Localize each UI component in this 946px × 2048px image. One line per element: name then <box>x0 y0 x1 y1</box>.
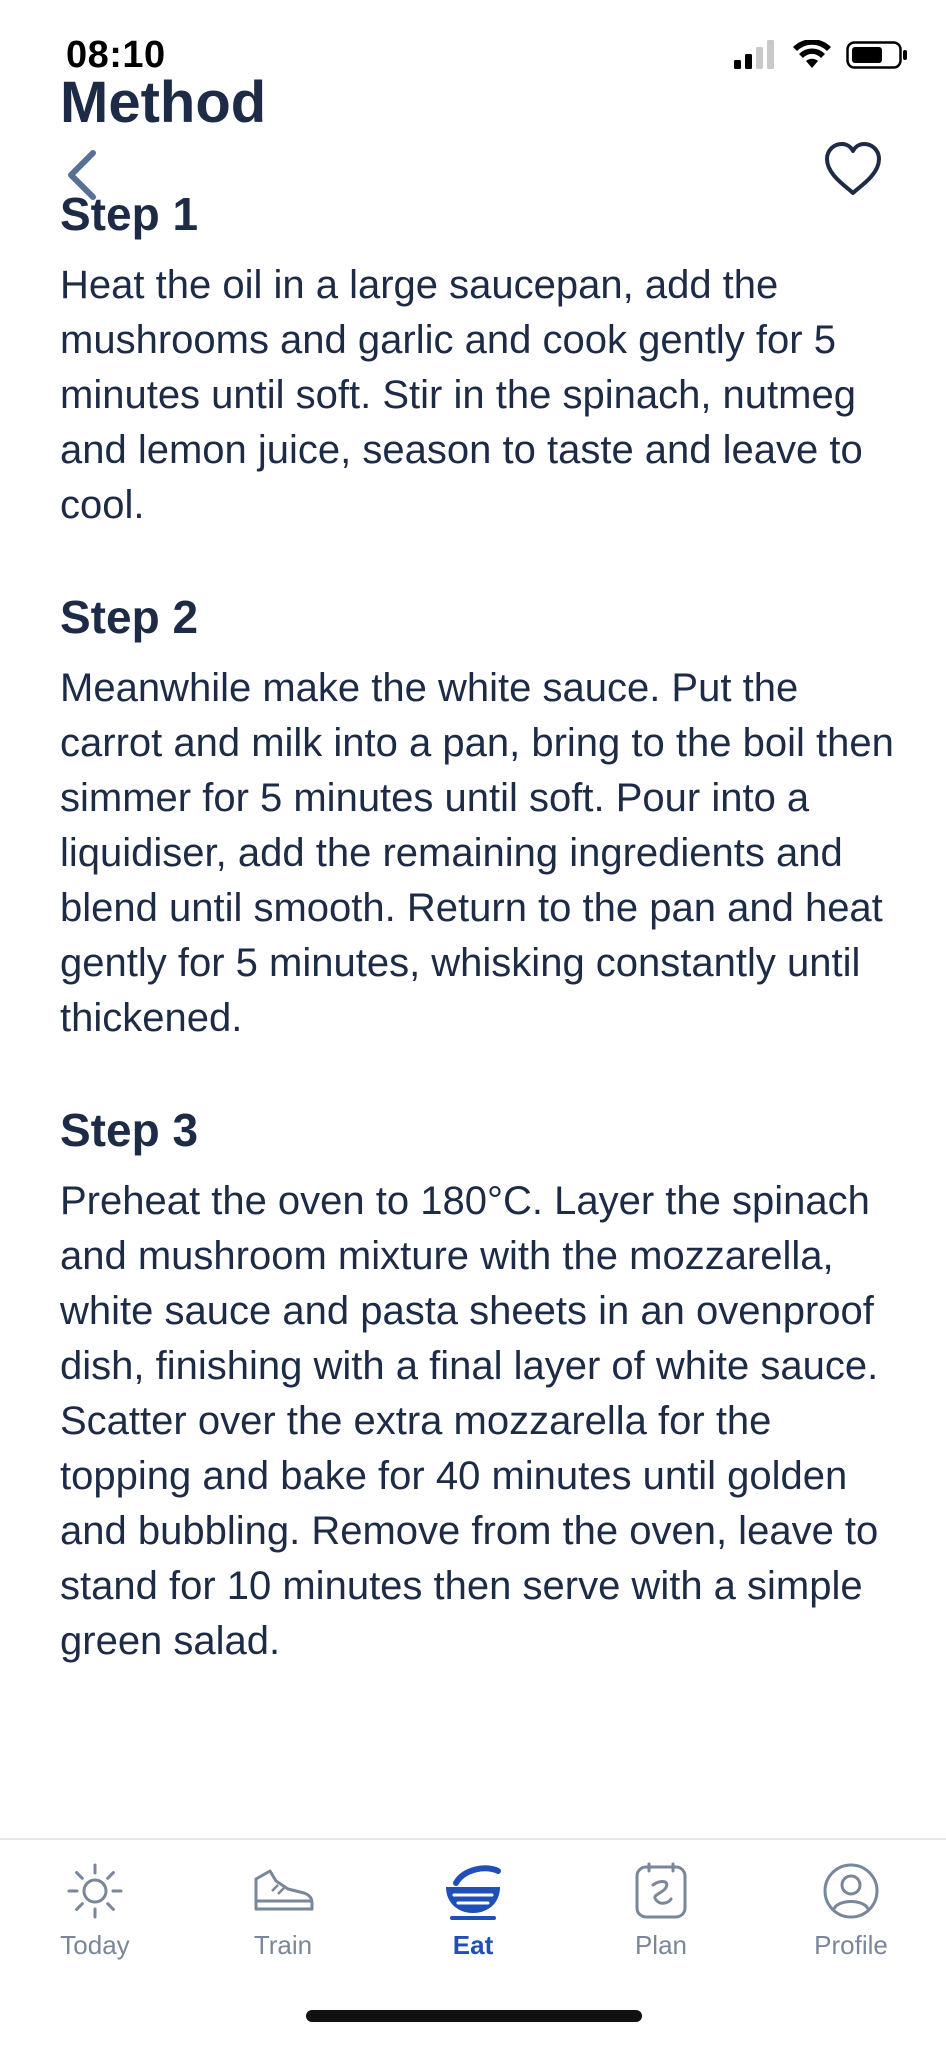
tab-eat[interactable]: Eat <box>408 1860 538 1970</box>
tab-label: Profile <box>814 1930 888 1960</box>
method-content[interactable]: Step 1 Heat the oil in a large saucepan,… <box>0 190 946 1840</box>
shoe-icon <box>248 1860 318 1922</box>
step-text: Preheat the oven to 180°C. Layer the spi… <box>60 1179 879 1663</box>
profile-icon <box>816 1860 886 1922</box>
tab-today[interactable]: Today <box>30 1860 160 1970</box>
step-heading: Step 3 <box>60 1104 199 1156</box>
step-text: Heat the oil in a large saucepan, add th… <box>60 263 863 527</box>
page-title: Method <box>60 70 267 135</box>
tab-label: Plan <box>634 1930 688 1960</box>
method-screen: 08:10 Method Step 1 Heat the oil in a la… <box>0 0 946 2048</box>
tab-label: Train <box>253 1930 313 1960</box>
tab-label: Eat <box>452 1930 494 1960</box>
home-indicator <box>306 2010 642 2022</box>
step-1: Step 1 Heat the oil in a large saucepan,… <box>60 190 900 533</box>
step-2: Step 2 Meanwhile make the white sauce. P… <box>60 581 900 1046</box>
step-3: Step 3 Preheat the oven to 180°C. Layer … <box>60 1094 900 1669</box>
tab-label: Today <box>60 1930 130 1960</box>
header: Method <box>0 60 946 210</box>
clipboard-icon <box>626 1860 696 1922</box>
tab-plan[interactable]: Plan <box>596 1860 726 1970</box>
tab-train[interactable]: Train <box>218 1860 348 1970</box>
step-heading: Step 1 <box>60 190 199 240</box>
sun-icon <box>60 1860 130 1922</box>
tab-profile[interactable]: Profile <box>786 1860 916 1970</box>
step-text: Meanwhile make the white sauce. Put the … <box>60 666 894 1040</box>
step-heading: Step 2 <box>60 591 199 643</box>
bowl-icon <box>438 1860 508 1922</box>
